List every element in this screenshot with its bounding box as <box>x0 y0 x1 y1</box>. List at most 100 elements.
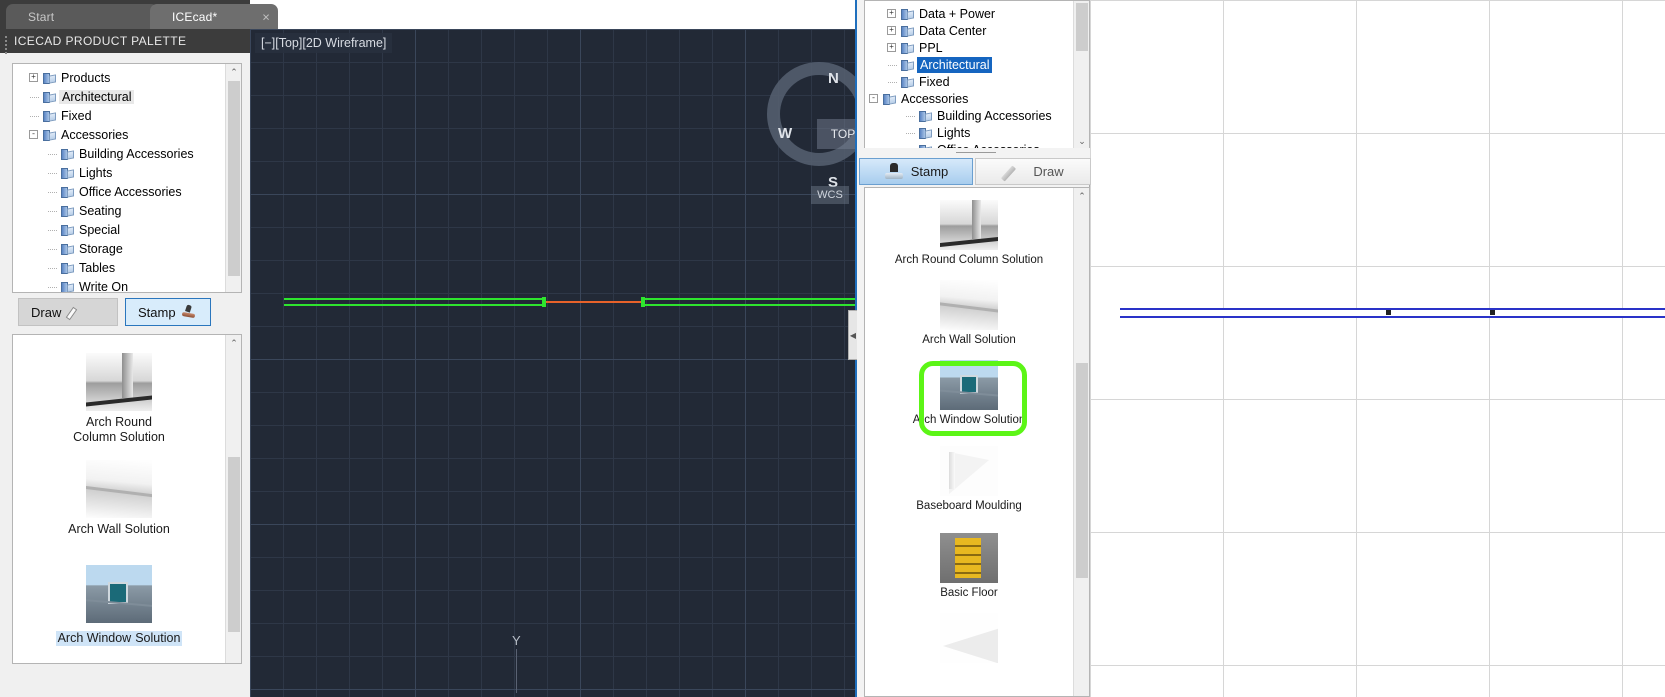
wall-thumb[interactable] <box>940 280 998 330</box>
mid-tree-scrollbar[interactable]: ⌄ <box>1073 1 1089 149</box>
left-tree-scrollbar[interactable]: ⌃ <box>225 64 241 292</box>
window-thumb[interactable] <box>940 360 998 410</box>
collapse-icon[interactable]: - <box>869 94 878 103</box>
left-product-list[interactable]: Arch Round Column Solution Arch Wall Solut… <box>12 334 242 664</box>
baseboard-thumb[interactable] <box>940 446 998 496</box>
tab-draw[interactable]: Draw <box>975 158 1091 185</box>
product-item[interactable]: Arch Wall Solution <box>13 460 225 537</box>
tree-node-data-power[interactable]: + Data + Power <box>869 5 1089 22</box>
expand-icon[interactable]: + <box>887 43 896 52</box>
plan-wall-run[interactable] <box>1120 308 1665 318</box>
tree-node-architectural[interactable]: Architectural <box>17 87 241 106</box>
tree-node-label: Building Accessories <box>937 108 1052 123</box>
wall-segment-left[interactable] <box>284 298 544 306</box>
close-icon[interactable]: × <box>262 10 270 23</box>
tree-node-label: Storage <box>79 241 123 256</box>
wall-node-left[interactable] <box>542 297 546 307</box>
expand-icon[interactable]: + <box>887 26 896 35</box>
tree-node-label: Office Accessories <box>79 184 182 199</box>
mid-product-scrollbar[interactable]: ⌃ <box>1073 188 1089 696</box>
wall-segment-right[interactable] <box>642 298 855 306</box>
scrollbar-thumb[interactable] <box>1076 3 1088 51</box>
tree-node-fixed[interactable]: Fixed <box>17 106 241 125</box>
column-thumb[interactable] <box>86 353 152 411</box>
viewport-config-label[interactable]: [−][Top][2D Wireframe] <box>255 33 393 53</box>
tree-node-building-accessories[interactable]: Building Accessories <box>869 107 1089 124</box>
draw-mode-button[interactable]: Draw <box>18 298 118 326</box>
folder-icon <box>901 59 914 71</box>
tree-node-storage[interactable]: Storage <box>17 239 241 258</box>
floating-product-palette-panel: ◀ + Data + Power + Data Center + PPL Architect… <box>848 0 1091 697</box>
tree-node-label: Lights <box>937 125 971 140</box>
viewcube-top-button[interactable]: TOP <box>817 119 855 149</box>
window-thumb[interactable] <box>86 565 152 623</box>
expand-icon[interactable]: + <box>887 9 896 18</box>
panel-collapse-handle[interactable]: ◀ <box>848 310 857 360</box>
plan-wall-node[interactable] <box>1490 310 1495 315</box>
tree-node-label: Architectural <box>917 56 993 73</box>
tree-node-write-on[interactable]: Write On <box>17 277 241 292</box>
tree-node-lights[interactable]: Lights <box>17 163 241 182</box>
tree-connector <box>888 65 897 66</box>
product-item[interactable]: Arch Wall Solution <box>865 280 1073 346</box>
left-category-tree[interactable]: + Products Architectural Fixed - Accessories B… <box>12 63 242 293</box>
panel-splitter[interactable] <box>864 148 1090 158</box>
tree-node-products[interactable]: + Products <box>17 68 241 87</box>
tree-node-seating[interactable]: Seating <box>17 201 241 220</box>
product-item[interactable]: Arch Window Solution <box>13 565 225 646</box>
tree-connector <box>48 268 57 269</box>
tree-node-ppl[interactable]: + PPL <box>869 39 1089 56</box>
product-item[interactable]: Baseboard Moulding <box>865 446 1073 512</box>
wall-segment-mid[interactable] <box>543 301 643 303</box>
tree-node-label: Lights <box>79 165 113 180</box>
scrollbar-thumb[interactable] <box>228 81 240 276</box>
left-product-scrollbar[interactable]: ⌃ <box>225 335 241 663</box>
tree-node-lights[interactable]: Lights <box>869 124 1089 141</box>
mid-product-list[interactable]: Arch Round Column Solution Arch Wall Solu… <box>864 187 1090 697</box>
product-item[interactable]: Arch Window Solution <box>865 360 1073 426</box>
tab-icecad-label: ICEcad* <box>172 9 218 24</box>
cad-viewport[interactable]: [−][Top][2D Wireframe] N W S TOP WCS Y <box>250 29 855 697</box>
draw-mode-label: Draw <box>31 304 62 320</box>
chevron-down-icon[interactable]: ⌄ <box>1074 133 1089 149</box>
stamp-icon <box>182 305 196 319</box>
wcs-button[interactable]: WCS <box>811 186 849 204</box>
stamp-mode-label: Stamp <box>138 304 176 320</box>
drag-grip-icon[interactable] <box>4 34 9 54</box>
chevron-up-icon[interactable]: ⌃ <box>226 335 241 351</box>
tree-node-fixed[interactable]: Fixed <box>869 73 1089 90</box>
tree-node-building-accessories[interactable]: Building Accessories <box>17 144 241 163</box>
product-item[interactable]: Basic Floor <box>865 533 1073 599</box>
expand-icon[interactable]: + <box>29 73 38 82</box>
scrollbar-thumb[interactable] <box>228 457 240 632</box>
tree-node-accessories[interactable]: - Accessories <box>869 90 1089 107</box>
tree-node-office-accessories[interactable]: Office Accessories <box>17 182 241 201</box>
tree-node-special[interactable]: Special <box>17 220 241 239</box>
mid-category-tree[interactable]: + Data + Power + Data Center + PPL Architectur… <box>864 0 1090 150</box>
cone-thumb[interactable] <box>940 613 998 663</box>
tree-connector <box>48 173 57 174</box>
plan-canvas[interactable] <box>1090 0 1665 697</box>
tab-icecad[interactable]: ICEcad* × <box>150 4 278 29</box>
tab-start[interactable]: Start <box>6 4 158 29</box>
stamp-mode-button[interactable]: Stamp <box>125 298 211 326</box>
wall-node-right[interactable] <box>641 297 645 307</box>
scrollbar-thumb[interactable] <box>1076 363 1088 578</box>
chevron-up-icon[interactable]: ⌃ <box>226 64 241 80</box>
floor-thumb[interactable] <box>940 533 998 583</box>
wall-thumb[interactable] <box>86 460 152 518</box>
tab-stamp[interactable]: Stamp <box>859 158 973 185</box>
mid-tree-list: + Data + Power + Data Center + PPL Architectur… <box>865 1 1089 149</box>
product-item[interactable]: Arch Round Column Solution <box>865 200 1073 266</box>
tree-node-architectural[interactable]: Architectural <box>869 56 1089 73</box>
tree-node-data-center[interactable]: + Data Center <box>869 22 1089 39</box>
tree-connector <box>30 116 39 117</box>
collapse-icon[interactable]: - <box>29 130 38 139</box>
tree-node-tables[interactable]: Tables <box>17 258 241 277</box>
chevron-up-icon[interactable]: ⌃ <box>1074 188 1089 204</box>
tree-node-accessories[interactable]: - Accessories <box>17 125 241 144</box>
product-item[interactable] <box>865 613 1073 663</box>
plan-wall-node[interactable] <box>1386 310 1391 315</box>
column-thumb[interactable] <box>940 200 998 250</box>
product-item[interactable]: Arch Round Column Solution <box>13 353 225 445</box>
